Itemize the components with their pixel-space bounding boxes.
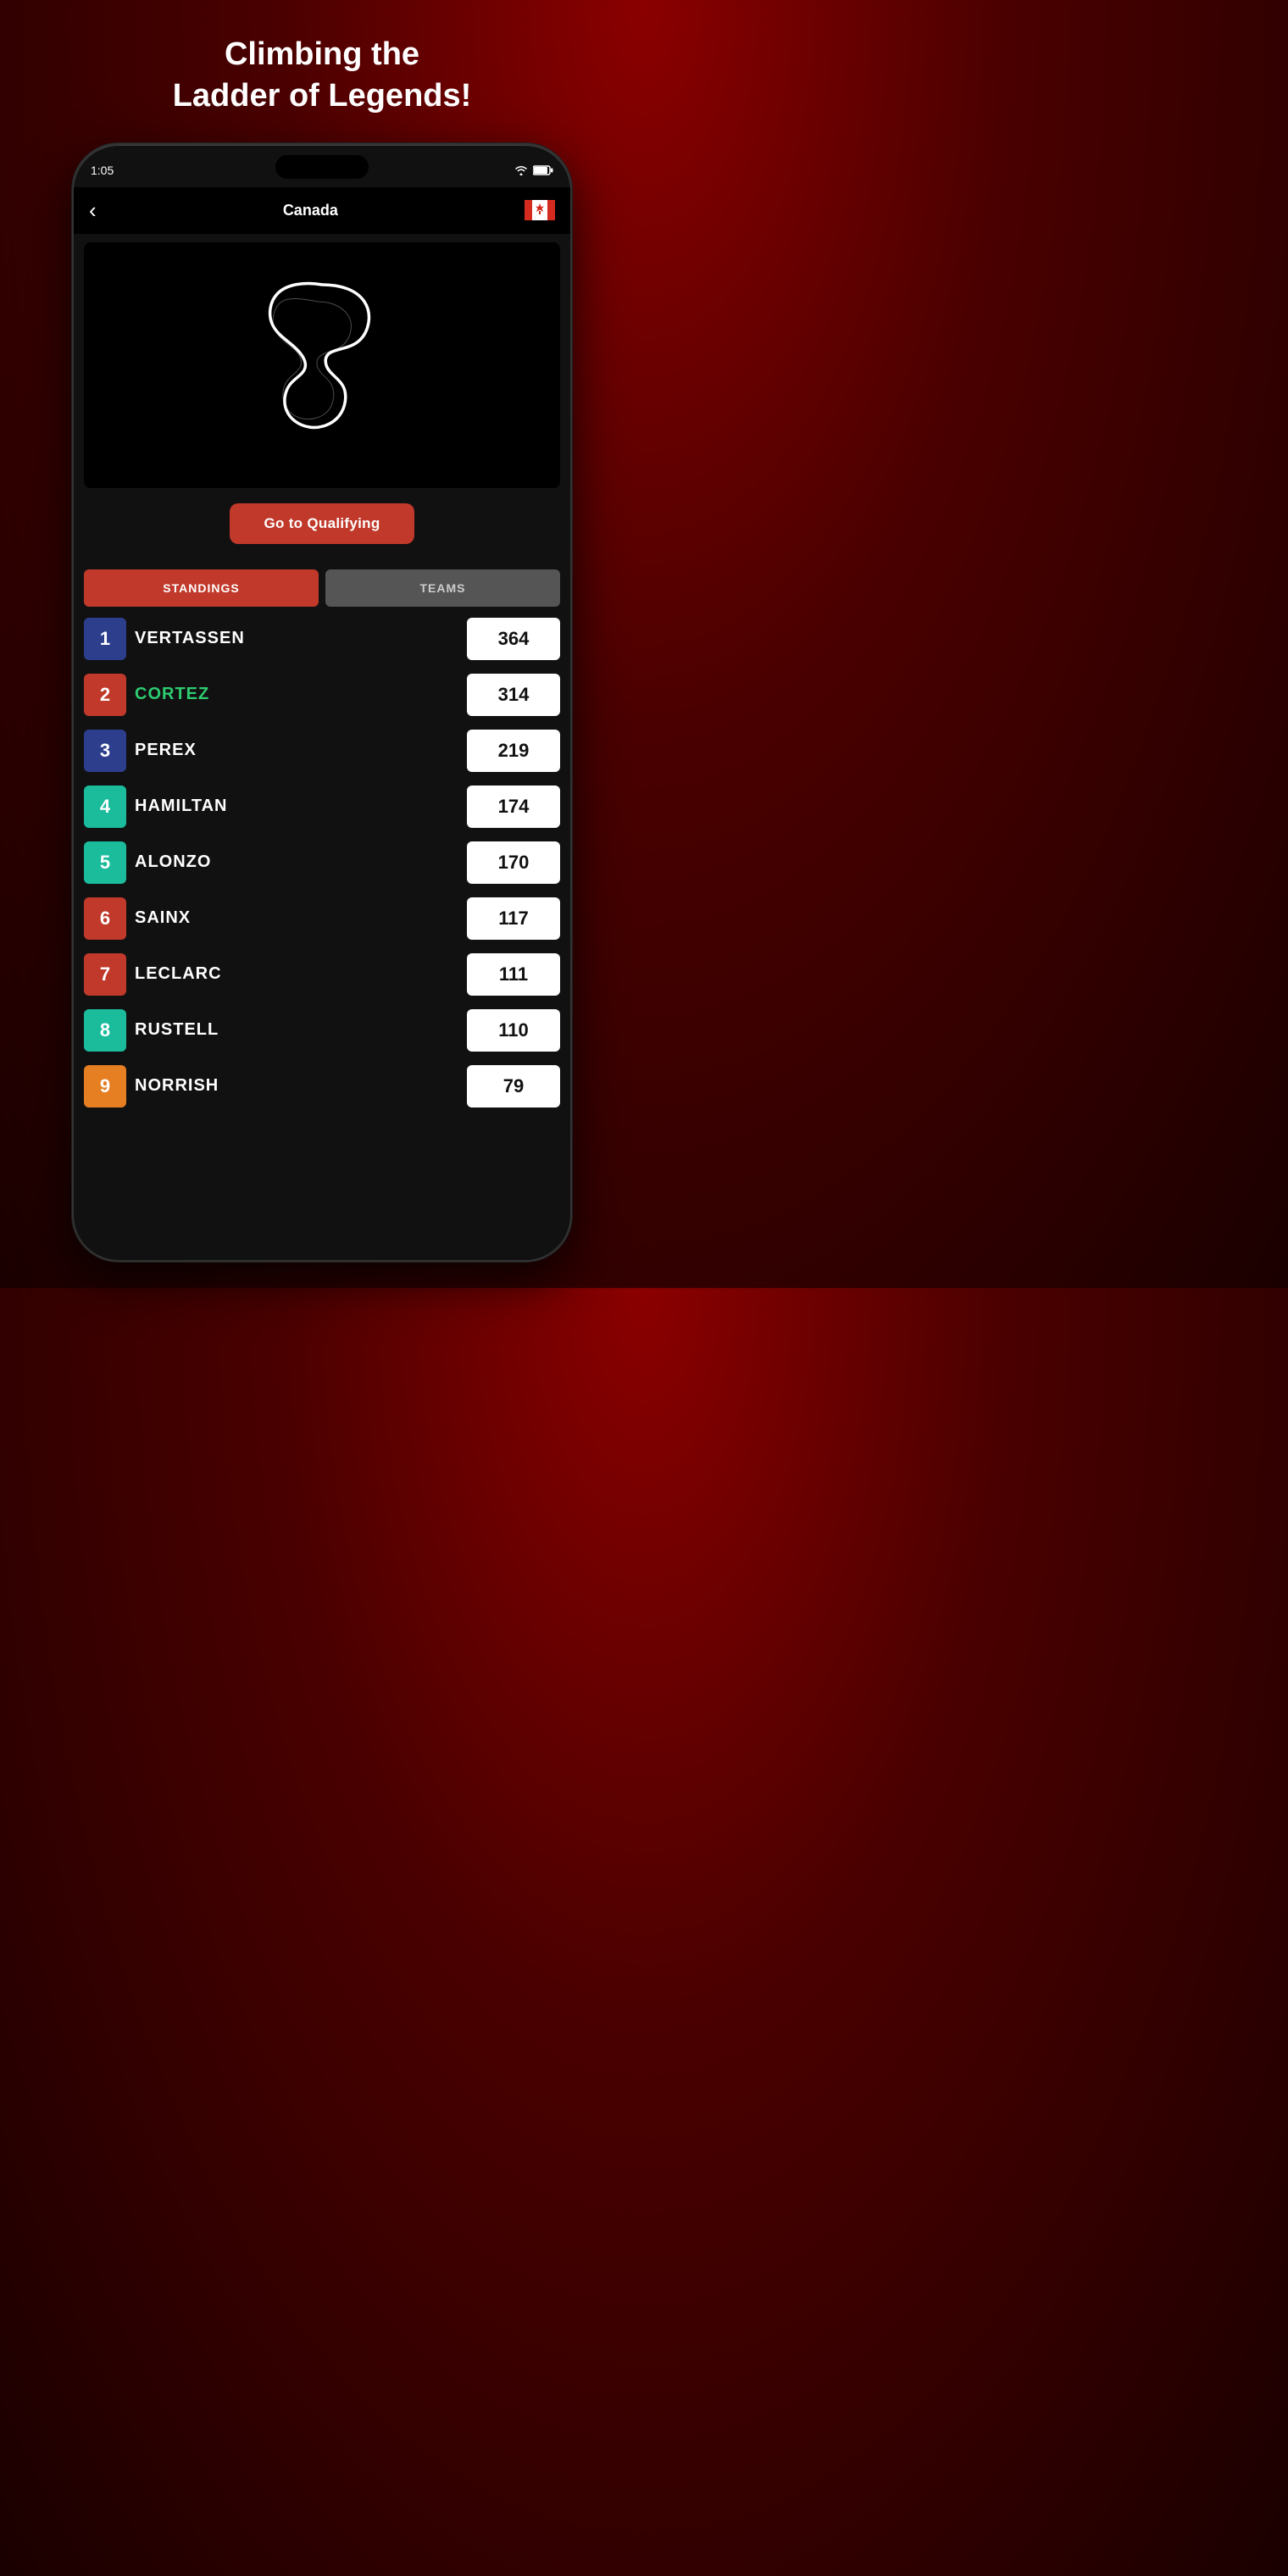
- tab-standings[interactable]: STANDINGS: [84, 569, 319, 607]
- position-badge: 5: [84, 841, 126, 884]
- tab-teams[interactable]: TEAMS: [325, 569, 560, 607]
- driver-name: VERTASSEN: [135, 629, 458, 648]
- position-badge: 6: [84, 897, 126, 940]
- wifi-icon: [514, 165, 528, 175]
- table-row: 2 CORTEZ 314: [84, 669, 560, 720]
- nav-title: Canada: [283, 202, 338, 219]
- driver-name: SAINX: [135, 908, 458, 928]
- standings-list: 1 VERTASSEN 364 2 CORTEZ 314 3 PEREX 219…: [74, 607, 570, 1119]
- table-row: 3 PEREX 219: [84, 725, 560, 776]
- qualifying-button[interactable]: Go to Qualifying: [230, 503, 414, 544]
- nav-bar: ‹ Canada: [74, 187, 570, 234]
- status-icons: [514, 165, 553, 175]
- driver-name: HAMILTAN: [135, 797, 458, 816]
- points-badge: 314: [467, 674, 560, 716]
- track-outline: [229, 268, 415, 463]
- position-badge: 7: [84, 953, 126, 996]
- table-row: 9 NORRISH 79: [84, 1061, 560, 1112]
- points-badge: 219: [467, 730, 560, 772]
- points-badge: 110: [467, 1009, 560, 1052]
- status-time: 1:05: [91, 164, 114, 177]
- driver-name: RUSTELL: [135, 1020, 458, 1040]
- position-badge: 4: [84, 786, 126, 828]
- battery-icon: [533, 165, 553, 175]
- dynamic-island: [275, 155, 369, 179]
- points-badge: 79: [467, 1065, 560, 1108]
- table-row: 1 VERTASSEN 364: [84, 613, 560, 664]
- points-badge: 170: [467, 841, 560, 884]
- page-title: Climbing the Ladder of Legends!: [173, 34, 472, 118]
- driver-name: NORRISH: [135, 1076, 458, 1096]
- track-section: Go to Qualifying: [74, 234, 570, 561]
- tabs-container: STANDINGS TEAMS: [74, 569, 570, 607]
- table-row: 6 SAINX 117: [84, 893, 560, 944]
- table-row: 7 LECLARC 111: [84, 949, 560, 1000]
- back-button[interactable]: ‹: [89, 197, 97, 224]
- points-badge: 117: [467, 897, 560, 940]
- canada-flag: [525, 200, 555, 220]
- track-container: [84, 242, 560, 488]
- points-badge: 174: [467, 786, 560, 828]
- position-badge: 3: [84, 730, 126, 772]
- position-badge: 8: [84, 1009, 126, 1052]
- position-badge: 2: [84, 674, 126, 716]
- points-badge: 364: [467, 618, 560, 660]
- position-badge: 9: [84, 1065, 126, 1108]
- volume-button: [570, 382, 572, 433]
- driver-name: PEREX: [135, 741, 458, 760]
- driver-name: LECLARC: [135, 964, 458, 984]
- table-row: 5 ALONZO 170: [84, 837, 560, 888]
- position-badge: 1: [84, 618, 126, 660]
- table-row: 4 HAMILTAN 174: [84, 781, 560, 832]
- table-row: 8 RUSTELL 110: [84, 1005, 560, 1056]
- points-badge: 111: [467, 953, 560, 996]
- driver-name: CORTEZ: [135, 685, 458, 704]
- phone-mockup: 1:05 ‹ Canada: [72, 143, 572, 1262]
- driver-name: ALONZO: [135, 852, 458, 872]
